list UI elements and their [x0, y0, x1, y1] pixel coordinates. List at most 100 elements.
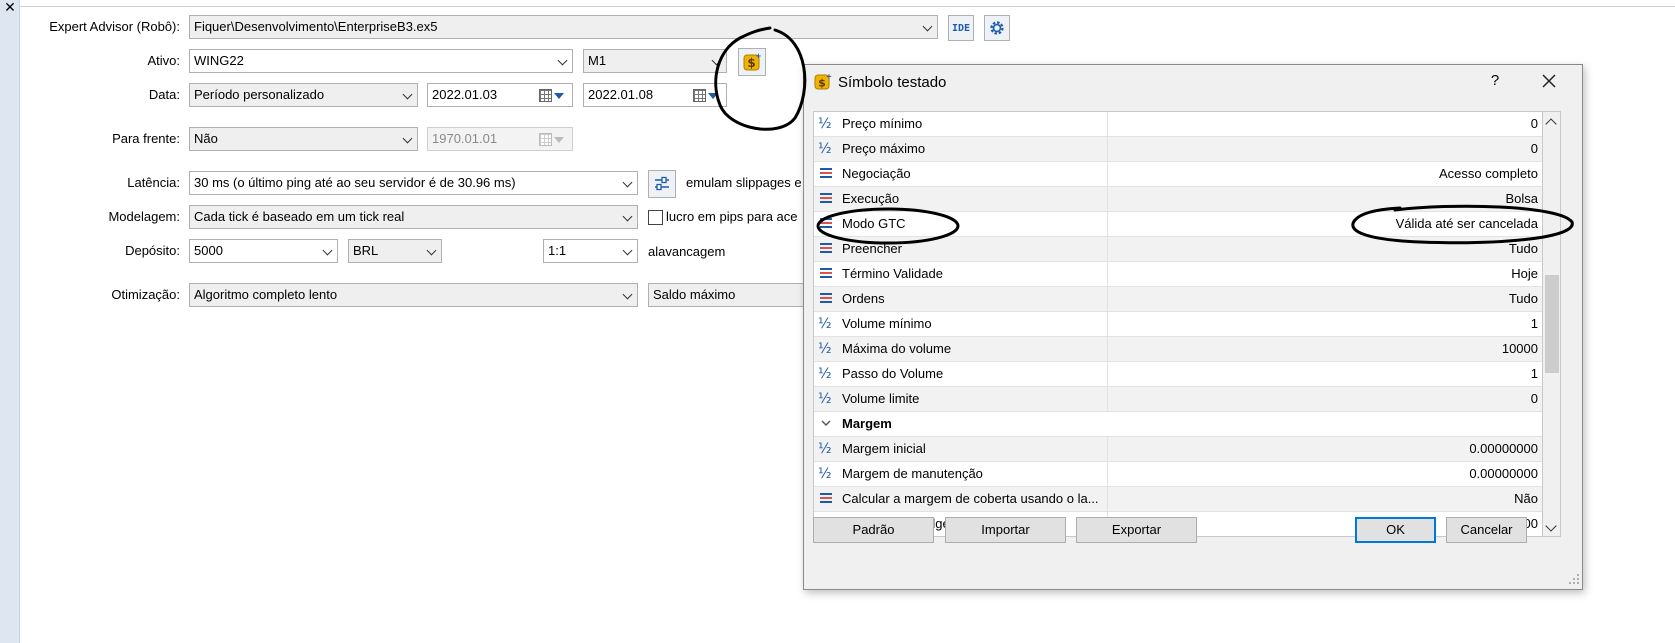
- scroll-up-icon[interactable]: [1545, 118, 1557, 130]
- gear-icon: [990, 21, 1004, 35]
- chevron-down-icon: [622, 211, 633, 222]
- property-value: Válida até ser cancelada: [1395, 216, 1538, 231]
- periodo-select[interactable]: Período personalizado: [189, 83, 418, 107]
- exportar-button[interactable]: Exportar: [1076, 517, 1197, 543]
- close-icon[interactable]: ✕: [3, 0, 17, 14]
- property-name: Preço mínimo: [842, 116, 923, 131]
- deposito-label: Depósito:: [125, 243, 180, 258]
- expert-select[interactable]: Fiquer\Desenvolvimento\EnterpriseB3.ex5: [189, 15, 938, 39]
- dropdown-arrow-icon: [554, 136, 564, 143]
- property-row[interactable]: Preencher Tudo: [814, 237, 1542, 262]
- calendar-button[interactable]: [693, 87, 723, 104]
- date-from-value: 2022.01.03: [432, 87, 498, 102]
- property-name: Calcular a margem de coberta usando o la…: [842, 491, 1099, 506]
- modelagem-select[interactable]: Cada tick é baseado em um tick real: [189, 205, 638, 229]
- property-name: Margem: [842, 416, 892, 431]
- calendar-icon: [539, 89, 552, 102]
- half-icon: ½: [818, 316, 832, 332]
- column-divider: [1107, 337, 1108, 362]
- importar-button[interactable]: Importar: [945, 517, 1066, 543]
- symbol-properties-button[interactable]: $ +: [738, 48, 766, 76]
- property-value: 0: [1530, 116, 1538, 131]
- settings-button[interactable]: [984, 15, 1010, 41]
- half-icon: ½: [818, 441, 832, 457]
- half-icon: ½: [818, 141, 832, 157]
- property-value: 0.00000000: [1469, 441, 1538, 456]
- property-row[interactable]: ½ Preço máximo 0: [814, 137, 1542, 162]
- calendar-button[interactable]: [539, 87, 569, 104]
- calendar-button: [539, 131, 569, 148]
- column-divider: [1107, 112, 1108, 137]
- ide-icon: IDE: [951, 22, 971, 34]
- para-frente-label: Para frente:: [112, 131, 180, 146]
- list-icon: [818, 265, 838, 283]
- column-divider: [1107, 287, 1108, 312]
- top-divider: [20, 6, 1675, 7]
- properties-grid[interactable]: ½ Preço mínimo 0 ½ Preço máximo 0 Negociação Ac…: [813, 111, 1543, 537]
- property-value: Tudo: [1508, 291, 1538, 306]
- scroll-down-icon[interactable]: [1545, 520, 1557, 532]
- dropdown-arrow-icon: [554, 92, 564, 99]
- alavancagem-select[interactable]: 1:1: [543, 239, 638, 263]
- property-row[interactable]: ½ Volume limite 0: [814, 387, 1542, 412]
- date-to-picker[interactable]: 2022.01.08: [583, 83, 727, 107]
- property-row[interactable]: ½ Preço mínimo 0: [814, 112, 1542, 137]
- deposito-select[interactable]: 5000: [189, 239, 338, 263]
- property-row[interactable]: Execução Bolsa: [814, 187, 1542, 212]
- criterio-select[interactable]: Saldo máximo: [648, 283, 804, 307]
- latencia-select[interactable]: 30 ms (o último ping até ao seu servidor…: [189, 171, 638, 195]
- property-name: Margem de manutenção: [842, 466, 983, 481]
- deposito-value: 5000: [194, 243, 223, 258]
- cancelar-button[interactable]: Cancelar: [1446, 517, 1527, 543]
- property-row[interactable]: ½ Volume mínimo 1: [814, 312, 1542, 337]
- resize-grip-icon[interactable]: [1568, 573, 1580, 585]
- para-frente-select[interactable]: Não: [189, 127, 418, 151]
- ativo-select[interactable]: WING22: [189, 49, 573, 73]
- property-row[interactable]: Modo GTC Válida até ser cancelada: [814, 212, 1542, 237]
- chevron-down-icon: [557, 55, 568, 66]
- property-row[interactable]: Ordens Tudo: [814, 287, 1542, 312]
- list-icon: [818, 165, 838, 183]
- property-row[interactable]: Calcular a margem de coberta usando o la…: [814, 487, 1542, 512]
- moeda-select[interactable]: BRL: [348, 239, 442, 263]
- grid-scrollbar[interactable]: [1543, 111, 1561, 537]
- moeda-value: BRL: [353, 243, 379, 258]
- chevron-down-icon: [922, 21, 933, 32]
- date-from-picker[interactable]: 2022.01.03: [427, 83, 573, 107]
- property-value: Bolsa: [1505, 191, 1538, 206]
- help-button[interactable]: ?: [1487, 72, 1503, 90]
- list-icon: [818, 240, 838, 258]
- property-name: Execução: [842, 191, 900, 206]
- dialog-title: Símbolo testado: [838, 74, 947, 91]
- property-row[interactable]: Término Validade Hoje: [814, 262, 1542, 287]
- column-divider: [1107, 437, 1108, 462]
- data-label: Data:: [148, 87, 180, 102]
- modelagem-label: Modelagem:: [108, 209, 180, 224]
- otimizacao-label: Otimização:: [111, 287, 180, 302]
- property-value: 10000: [1501, 341, 1538, 356]
- timeframe-select[interactable]: M1: [583, 49, 727, 73]
- property-row[interactable]: ½ Margem inicial 0.00000000: [814, 437, 1542, 462]
- ok-button[interactable]: OK: [1355, 517, 1436, 543]
- dollar-coin-icon: $ +: [814, 73, 832, 91]
- property-name: Negociação: [842, 166, 911, 181]
- padrao-button[interactable]: Padrão: [813, 517, 934, 543]
- property-name: Modo GTC: [842, 216, 906, 231]
- alavancagem-value: 1:1: [548, 243, 567, 258]
- list-icon: [818, 190, 838, 208]
- property-row[interactable]: ½ Máxima do volume 10000: [814, 337, 1542, 362]
- lucro-pips-label: lucro em pips para ace: [666, 209, 798, 224]
- calendar-icon: [539, 133, 552, 146]
- property-row[interactable]: ½ Passo do Volume 1: [814, 362, 1542, 387]
- group-row[interactable]: Margem: [814, 412, 1542, 437]
- chevron-down-icon: [322, 245, 333, 256]
- property-row[interactable]: ½ Margem de manutenção 0.00000000: [814, 462, 1542, 487]
- property-row[interactable]: Negociação Acesso completo: [814, 162, 1542, 187]
- dialog-close-button[interactable]: [1537, 69, 1561, 93]
- otimizacao-select[interactable]: Algoritmo completo lento: [189, 283, 638, 307]
- lucro-pips-checkbox[interactable]: [648, 210, 663, 225]
- latency-settings-button[interactable]: [648, 170, 676, 198]
- ide-button[interactable]: IDE: [948, 15, 974, 41]
- chevron-down-icon: [622, 177, 633, 188]
- scrollbar-thumb[interactable]: [1545, 275, 1559, 373]
